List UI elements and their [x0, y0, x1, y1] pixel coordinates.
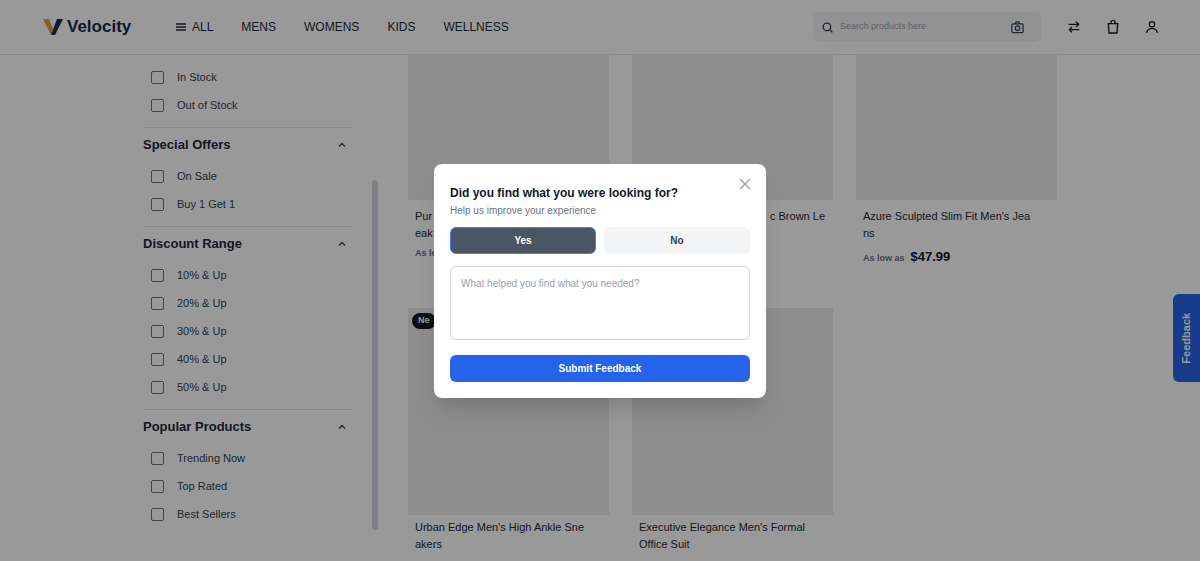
answer-label: No [670, 235, 683, 246]
answer-options: Yes No [450, 227, 750, 254]
submit-label: Submit Feedback [559, 363, 642, 374]
answer-label: Yes [514, 235, 531, 246]
comment-field[interactable] [450, 266, 750, 340]
answer-button[interactable]: Yes [450, 227, 596, 254]
close-icon[interactable] [739, 178, 751, 190]
submit-button[interactable]: Submit Feedback [450, 355, 750, 382]
modal-subtitle: Help us improve your experience [450, 204, 750, 217]
modal-title: Did you find what you were looking for? [450, 186, 750, 201]
feedback-modal: Did you find what you were looking for? … [434, 164, 766, 398]
answer-button[interactable]: No [604, 227, 750, 254]
